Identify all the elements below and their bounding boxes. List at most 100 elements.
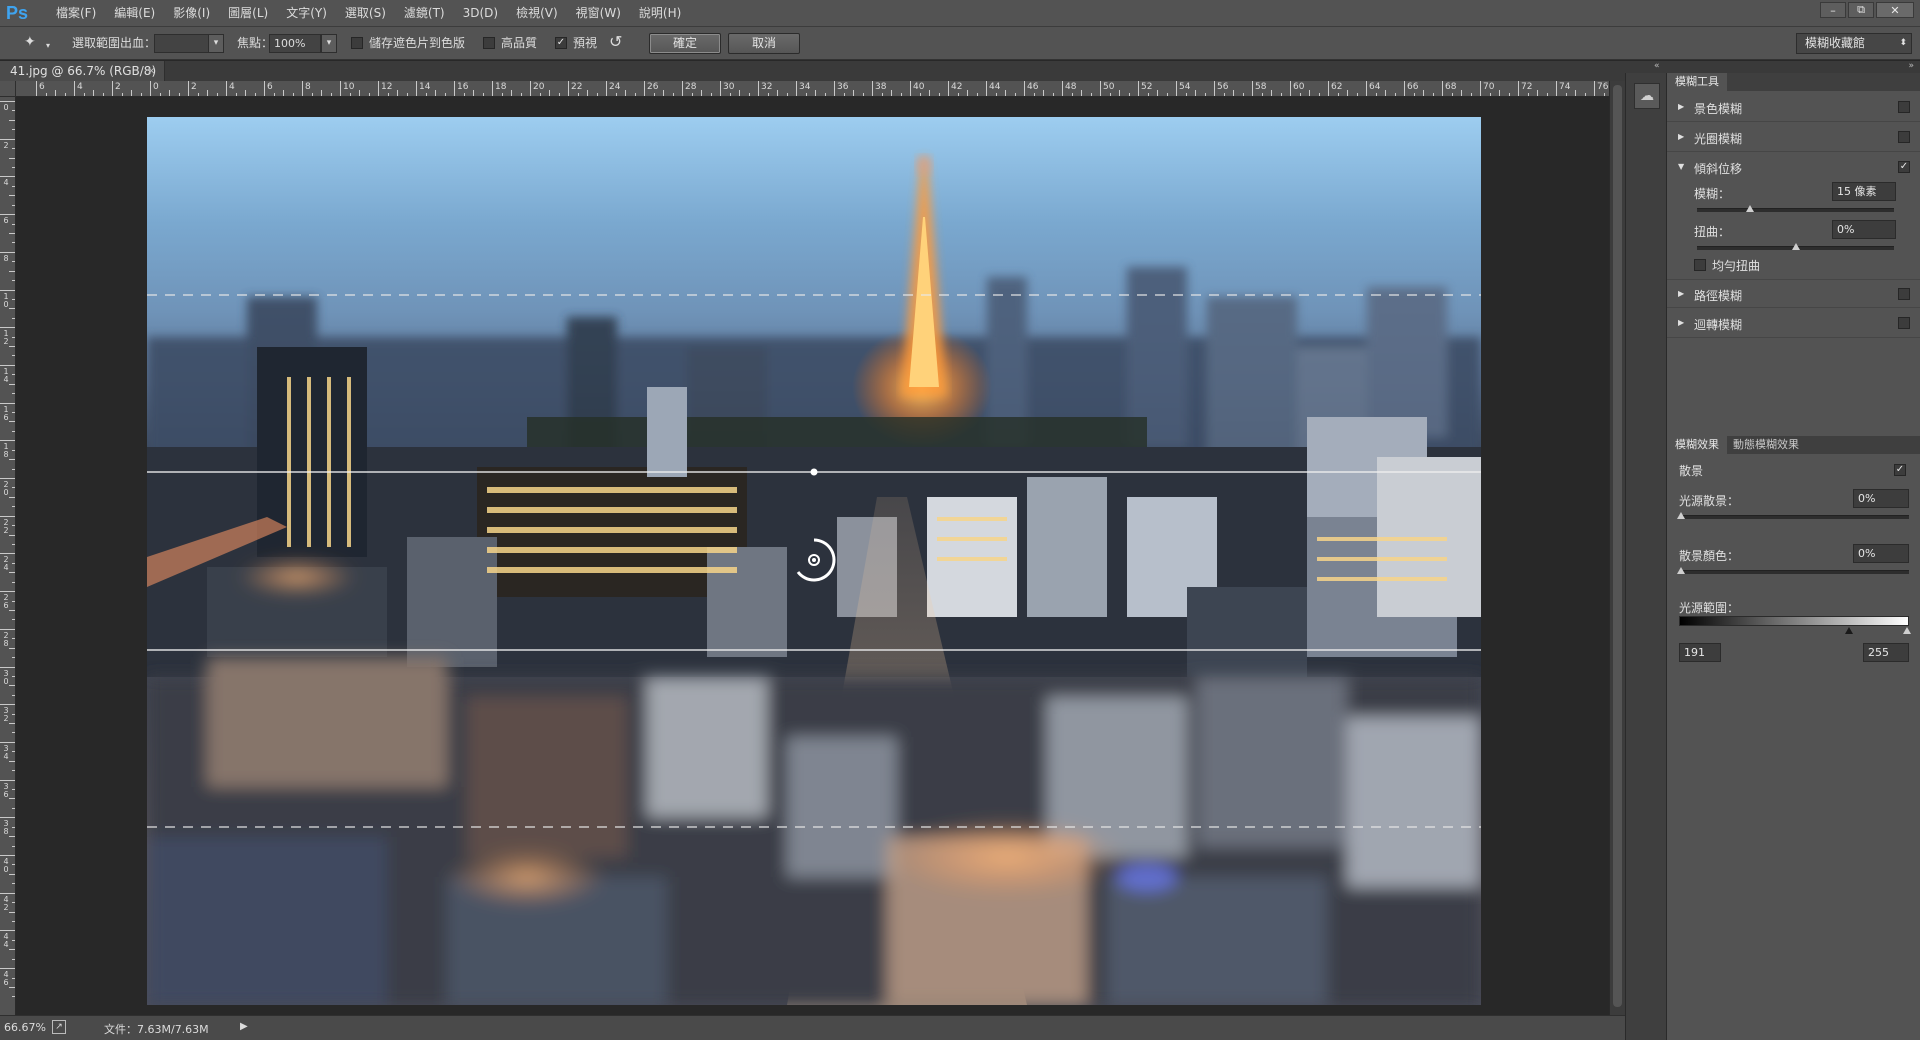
workspace-preset-dropdown[interactable]: 模糊收藏館 ⬍ — [1796, 33, 1912, 54]
cancel-button[interactable]: 取消 — [728, 33, 800, 54]
ruler-minor-tick — [1014, 93, 1016, 96]
canvas-area[interactable] — [16, 97, 1609, 1015]
ruler-label: 46 — [3, 970, 9, 988]
panel-collapse-bar[interactable]: « » — [1625, 61, 1920, 73]
expand-arrow-icon[interactable]: ▶ — [1678, 289, 1684, 298]
distortion-slider-knob[interactable] — [1791, 243, 1800, 250]
menu-edit[interactable]: 編輯(E) — [105, 0, 164, 27]
share-icon[interactable]: ↗ — [52, 1020, 66, 1034]
expand-arrow-icon[interactable]: ▶ — [1678, 132, 1684, 141]
ruler-label: 76 — [1597, 82, 1609, 92]
collapse-arrow-icon[interactable]: ▼ — [1678, 162, 1684, 171]
horizontal-ruler[interactable]: 6 4 2 0 2 4 6 8 10 12 14 16 18 20 22 24 26 28 30 32 34 36 38 40… — [16, 81, 1625, 97]
distortion-field[interactable]: 0% — [1832, 220, 1896, 239]
close-button[interactable]: ✕ — [1876, 2, 1914, 18]
bokeh-color-slider-knob[interactable] — [1677, 567, 1685, 574]
status-menu-arrow-icon[interactable]: ▶ — [240, 1021, 248, 1032]
blur-amount-field[interactable]: 15 像素 — [1832, 182, 1896, 201]
selection-bleed-field[interactable] — [154, 34, 210, 53]
ruler-label: 28 — [3, 630, 9, 648]
scroll-thumb[interactable] — [1613, 85, 1622, 1007]
bokeh-color-slider-track[interactable] — [1679, 570, 1909, 574]
ruler-minor-tick — [710, 93, 712, 96]
vertical-scrollbar[interactable] — [1609, 81, 1625, 1015]
bokeh-color-field[interactable]: 0% — [1853, 544, 1909, 563]
restore-button[interactable]: ⧉ — [1848, 2, 1874, 18]
save-mask-checkbox[interactable] — [351, 37, 363, 49]
tab-blur-tools[interactable]: 模糊工具 — [1667, 73, 1727, 91]
ruler-minor-tick — [12, 204, 15, 206]
ruler-tick — [0, 591, 15, 593]
pin-icon[interactable]: ✦ — [24, 33, 36, 52]
light-bokeh-slider-knob[interactable] — [1677, 512, 1685, 519]
light-range-high-field[interactable]: 255 — [1863, 643, 1909, 662]
reset-icon[interactable]: ↺ — [609, 32, 622, 51]
tool-preset-dropdown-icon[interactable]: ▾ — [46, 36, 50, 55]
focus-dropdown[interactable]: ▾ — [321, 34, 337, 53]
focus-field[interactable]: 100% — [269, 34, 321, 53]
expand-arrow-icon[interactable]: ▶ — [1678, 102, 1684, 111]
light-bokeh-field[interactable]: 0% — [1853, 489, 1909, 508]
close-tab-icon[interactable]: × — [147, 61, 156, 81]
ruler-minor-tick — [1527, 93, 1529, 96]
vertical-ruler[interactable]: 0 2 4 6 8 10 12 14 16 18 20 22 24 26 28 30 32 34 36 38 40 42 4… — [0, 97, 16, 1015]
menu-file[interactable]: 檔案(F) — [47, 0, 105, 27]
menu-image[interactable]: 影像(I) — [164, 0, 219, 27]
collapse-icon[interactable]: « — [1654, 61, 1660, 71]
ruler-minor-tick — [9, 232, 15, 234]
expand-icon[interactable]: » — [1908, 61, 1914, 71]
ruler-minor-tick — [549, 90, 550, 96]
blur-slider-track[interactable] — [1697, 208, 1894, 212]
ruler-origin[interactable] — [0, 81, 16, 97]
path-blur-checkbox[interactable] — [1898, 288, 1910, 300]
menu-help[interactable]: 說明(H) — [630, 0, 690, 27]
expand-arrow-icon[interactable]: ▶ — [1678, 318, 1684, 327]
minimize-button[interactable]: – — [1820, 2, 1846, 18]
menu-view[interactable]: 檢視(V) — [507, 0, 567, 27]
menu-type[interactable]: 文字(Y) — [277, 0, 336, 27]
tab-motion-effects[interactable]: 動態模糊效果 — [1725, 436, 1807, 454]
symmetric-distortion-checkbox[interactable] — [1694, 259, 1706, 271]
iris-blur-checkbox[interactable] — [1898, 131, 1910, 143]
ruler-minor-tick — [1157, 90, 1158, 96]
zoom-level[interactable]: 66.67% — [4, 1021, 46, 1034]
menu-3d[interactable]: 3D(D) — [454, 0, 507, 27]
selection-bleed-dropdown[interactable]: ▾ — [208, 34, 224, 53]
tilt-shift-checkbox[interactable]: ✓ — [1898, 161, 1910, 173]
high-quality-checkbox[interactable] — [483, 37, 495, 49]
light-range-gradient[interactable] — [1679, 616, 1909, 626]
ok-button[interactable]: 確定 — [649, 33, 721, 54]
blur-slider-knob[interactable] — [1746, 205, 1755, 212]
ruler-label: 4 — [77, 82, 83, 92]
blur-item-path[interactable]: ▶ 路徑模糊 — [1667, 279, 1920, 308]
blur-item-field[interactable]: ▶ 景色模糊 — [1667, 93, 1920, 122]
document-tab[interactable]: 41.jpg @ 66.7% (RGB/8) × — [0, 61, 165, 81]
blur-item-tilt-shift[interactable]: ▼ 傾斜位移 ✓ — [1667, 153, 1920, 182]
menu-filter[interactable]: 濾鏡(T) — [395, 0, 454, 27]
ruler-minor-tick — [995, 93, 997, 96]
bokeh-checkbox[interactable]: ✓ — [1894, 464, 1906, 476]
ruler-minor-tick — [1204, 93, 1206, 96]
ruler-minor-tick — [919, 93, 921, 96]
blur-item-iris[interactable]: ▶ 光圈模糊 — [1667, 123, 1920, 152]
field-blur-checkbox[interactable] — [1898, 101, 1910, 113]
ruler-minor-tick — [1299, 93, 1301, 96]
ruler-minor-tick — [83, 93, 85, 96]
ruler-minor-tick — [292, 93, 294, 96]
document-image[interactable] — [147, 117, 1481, 1005]
spin-blur-checkbox[interactable] — [1898, 317, 1910, 329]
tab-blur-effects[interactable]: 模糊效果 — [1667, 436, 1727, 454]
creative-cloud-icon[interactable]: ☁ — [1634, 83, 1660, 109]
ruler-minor-tick — [9, 647, 15, 649]
menu-window[interactable]: 視窗(W) — [567, 0, 630, 27]
menu-layer[interactable]: 圖層(L) — [219, 0, 277, 27]
menu-select[interactable]: 選取(S) — [336, 0, 395, 27]
light-range-low-field[interactable]: 191 — [1679, 643, 1721, 662]
ruler-tick — [872, 81, 873, 96]
light-range-high-knob[interactable] — [1903, 627, 1911, 634]
light-range-low-knob[interactable] — [1845, 627, 1853, 634]
blur-item-spin[interactable]: ▶ 迴轉模糊 — [1667, 309, 1920, 338]
blur-item-label: 傾斜位移 — [1694, 162, 1743, 176]
light-bokeh-slider-track[interactable] — [1679, 515, 1909, 519]
preview-checkbox[interactable]: ✓ — [555, 37, 567, 49]
